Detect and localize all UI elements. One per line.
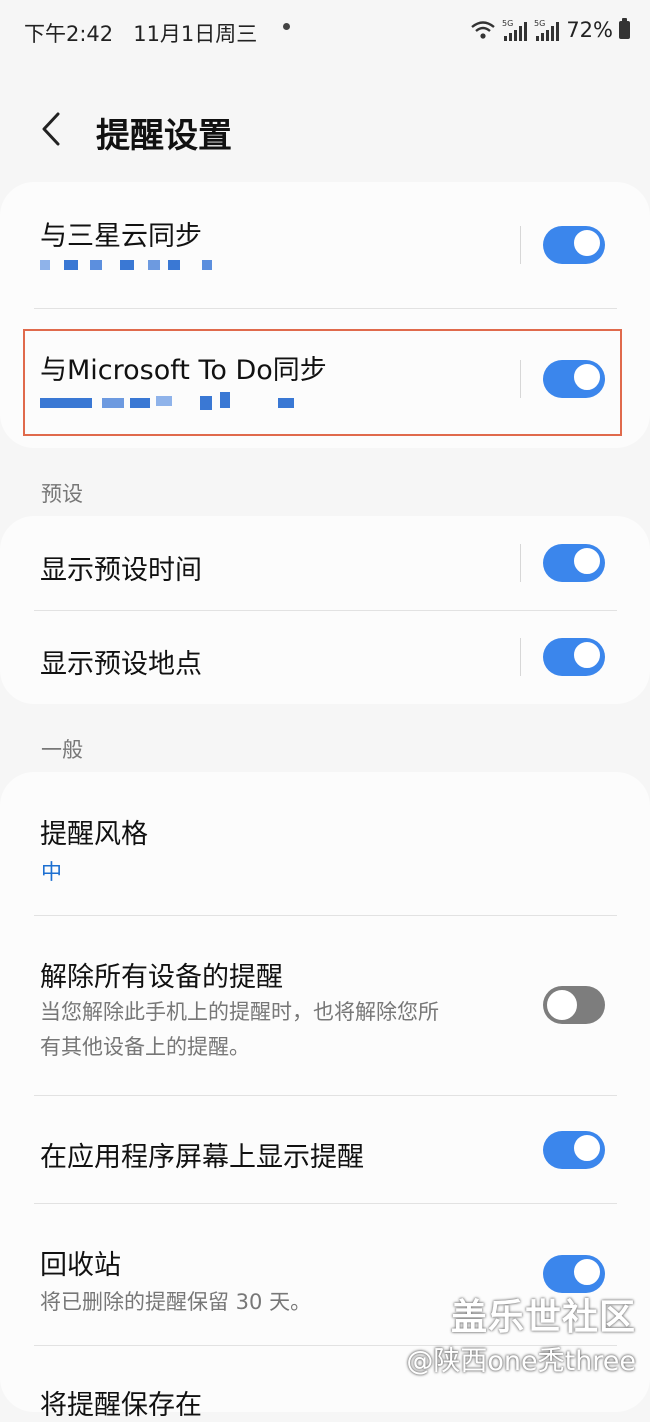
row-separator	[520, 226, 521, 264]
svg-text:5G: 5G	[534, 19, 545, 28]
back-button[interactable]	[30, 106, 76, 152]
section-header-general: 一般	[41, 738, 83, 762]
chevron-left-icon	[42, 112, 60, 146]
show-on-app-screen-label: 在应用程序屏幕上显示提醒	[40, 1142, 364, 1173]
section-header-presets: 预设	[41, 482, 83, 506]
reminder-style-row[interactable]: 提醒风格 中	[0, 772, 650, 915]
presets-card: 显示预设时间 显示预设地点	[0, 516, 650, 704]
row-separator	[520, 544, 521, 582]
reminder-style-value: 中	[41, 860, 62, 884]
dismiss-all-devices-toggle[interactable]	[543, 986, 605, 1024]
wifi-icon	[471, 21, 496, 39]
show-on-app-screen-toggle[interactable]	[543, 1131, 605, 1169]
redacted-account	[40, 254, 220, 284]
show-preset-location-row[interactable]: 显示预设地点	[0, 610, 650, 704]
battery-icon	[619, 18, 630, 39]
recycle-bin-label: 回收站	[40, 1250, 121, 1281]
show-preset-time-row[interactable]: 显示预设时间	[0, 516, 650, 610]
signal-5g-icon-2: 5G	[534, 19, 560, 41]
status-icons: 5G 5G 72%	[470, 14, 630, 46]
save-reminders-label: 将提醒保存在	[40, 1390, 202, 1421]
svg-text:5G: 5G	[502, 19, 513, 28]
reminder-style-label: 提醒风格	[40, 819, 148, 850]
notification-dot-icon	[283, 23, 290, 30]
page-title: 提醒设置	[96, 116, 232, 156]
highlight-annotation-box	[23, 329, 622, 436]
status-time: 下午2:42 11月1日周三	[24, 22, 258, 46]
recycle-bin-description: 将已删除的提醒保留 30 天。	[40, 1290, 312, 1314]
status-bar: 下午2:42 11月1日周三 5G 5G 72%	[0, 0, 650, 64]
status-date: 11月1日周三	[133, 22, 258, 46]
show-preset-location-label: 显示预设地点	[40, 649, 202, 680]
samsung-cloud-sync-label: 与三星云同步	[40, 221, 202, 252]
dismiss-all-devices-label: 解除所有设备的提醒	[40, 962, 283, 993]
watermark-author: @陕西one秃three	[406, 1346, 636, 1377]
samsung-cloud-sync-row[interactable]: 与三星云同步	[0, 182, 650, 308]
battery-percent: 72%	[566, 18, 613, 42]
show-preset-location-toggle[interactable]	[543, 638, 605, 676]
row-separator	[520, 638, 521, 676]
signal-5g-icon: 5G	[502, 19, 528, 41]
dismiss-all-devices-row[interactable]: 解除所有设备的提醒 当您解除此手机上的提醒时，也将解除您所 有其他设备上的提醒。	[0, 915, 650, 1095]
show-preset-time-label: 显示预设时间	[40, 555, 202, 586]
show-on-app-screen-row[interactable]: 在应用程序屏幕上显示提醒	[0, 1095, 650, 1203]
watermark-logo-text: 盖乐世社区	[450, 1297, 636, 1338]
dismiss-all-devices-description: 当您解除此手机上的提醒时，也将解除您所 有其他设备上的提醒。	[40, 1000, 439, 1059]
samsung-cloud-sync-toggle[interactable]	[543, 226, 605, 264]
app-bar: 提醒设置	[0, 92, 650, 172]
show-preset-time-toggle[interactable]	[543, 544, 605, 582]
